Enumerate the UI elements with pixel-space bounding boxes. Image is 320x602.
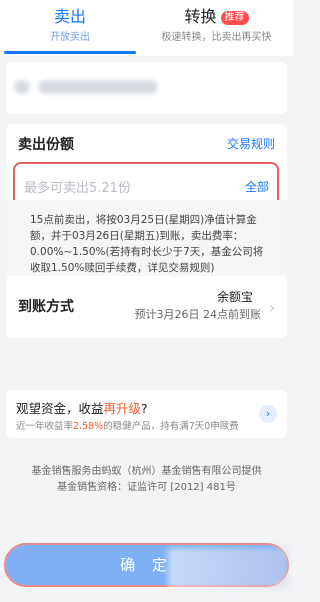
promo-title-prefix: 观望资金，收益 <box>16 401 104 416</box>
tab-bar: 卖出 开放卖出 转换 推荐 极速转换，比卖出再买快 <box>0 0 293 56</box>
tab-convert-title: 转换 推荐 <box>140 6 293 28</box>
promo-title: 观望资金，收益再升级? <box>16 398 148 417</box>
recommend-badge: 推荐 <box>220 11 249 25</box>
promo-description: 近一年收益率2.58%的稳健产品，持有满7天0申赎费 <box>16 418 239 432</box>
fund-name-card <box>6 62 287 114</box>
active-tab-indicator <box>4 51 136 54</box>
promo-title-suffix: ? <box>141 401 148 416</box>
fund-logo-icon <box>14 80 30 94</box>
note-container: 15点前卖出，将按03月25日(星期四)净值计算金额，并于03月26日(星期五)… <box>6 200 287 286</box>
tab-convert-label: 转换 <box>184 7 217 26</box>
arrival-method-title: 到账方式 <box>18 299 74 315</box>
chevron-right-circle-icon[interactable]: › <box>259 405 277 423</box>
footer-provider: 基金销售服务由蚂蚁（杭州）基金销售有限公司提供 <box>31 466 262 477</box>
trade-rules-link[interactable]: 交易规则 <box>227 135 275 152</box>
promo-desc-prefix: 近一年收益率 <box>16 421 74 432</box>
promo-desc-suffix: 的稳健产品，持有满7天0申赎费 <box>103 421 239 432</box>
promo-title-highlight: 再升级 <box>103 401 142 416</box>
promo-rate: 2.58% <box>73 421 104 432</box>
chevron-right-icon: › <box>268 298 275 317</box>
arrival-method-row[interactable]: 到账方式 余额宝 预计3月26日 24点前到账 › <box>6 276 287 338</box>
tab-convert[interactable]: 转换 推荐 极速转换，比卖出再买快 <box>140 6 293 46</box>
sell-all-button[interactable]: 全部 <box>245 178 269 195</box>
promo-banner[interactable]: 观望资金，收益再升级? 近一年收益率2.58%的稳健产品，持有满7天0申赎费 › <box>6 390 287 438</box>
tab-sell-title: 卖出 <box>53 7 86 26</box>
fund-name-blurred <box>38 80 158 94</box>
footer-license: 基金销售资格：证监许可 [2012] 481号 <box>57 482 236 493</box>
arrival-destination: 余额宝 <box>216 290 253 304</box>
tab-convert-subtitle: 极速转换，比卖出再买快 <box>161 32 272 43</box>
mosaic-overlay <box>168 548 288 588</box>
tab-sell[interactable]: 卖出 开放卖出 <box>0 6 140 46</box>
arrival-estimate: 预计3月26日 24点前到账 <box>134 308 262 321</box>
sell-amount-title: 卖出份额 <box>18 137 74 153</box>
sell-notice-text: 15点前卖出，将按03月25日(星期四)净值计算金额，并于03月26日(星期五)… <box>6 200 287 286</box>
sell-amount-placeholder: 最多可卖出5.21份 <box>24 181 131 196</box>
tab-sell-subtitle: 开放卖出 <box>50 32 90 43</box>
